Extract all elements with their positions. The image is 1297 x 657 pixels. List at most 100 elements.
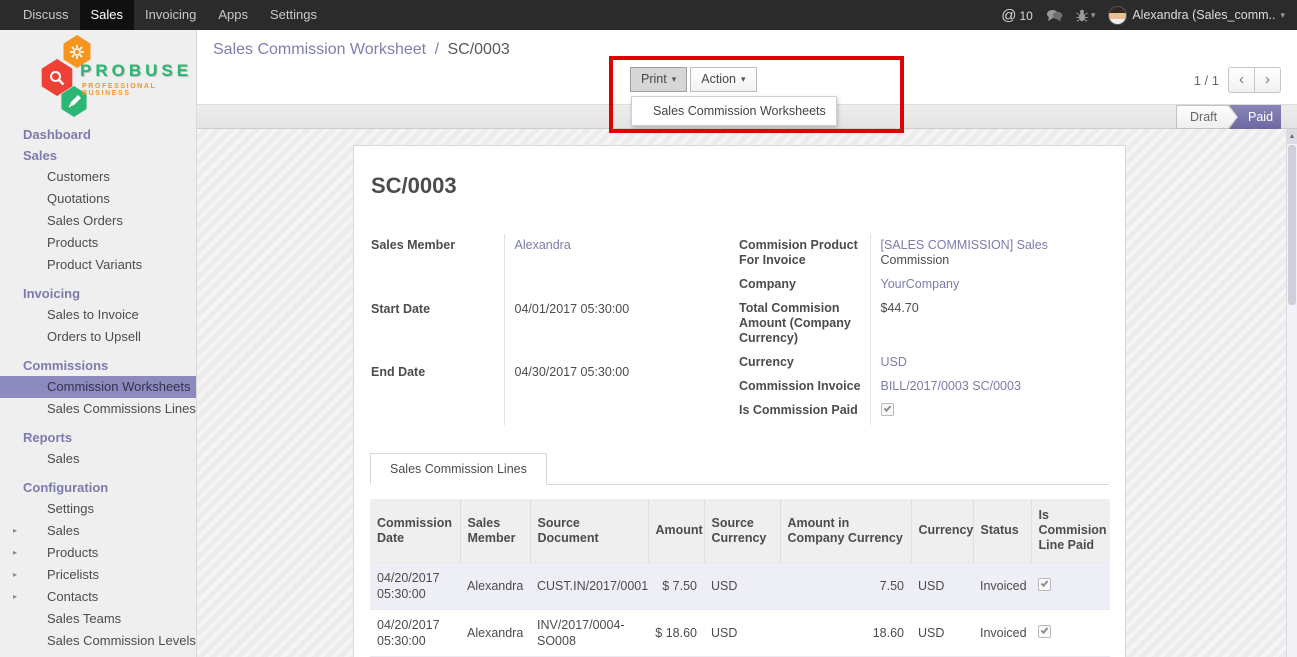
- sidebar-item-commission-worksheets[interactable]: Commission Worksheets: [0, 376, 196, 398]
- caret-down-icon: ▾: [1091, 10, 1096, 21]
- sidebar-item-config-products[interactable]: ▸Products: [0, 542, 196, 564]
- cell-doc: INV/2017/0004-SO008: [530, 610, 648, 657]
- sidebar-item-label: Products: [47, 235, 98, 250]
- field-value-company[interactable]: YourCompany: [881, 277, 960, 291]
- sidebar-heading-configuration[interactable]: Configuration: [0, 477, 196, 498]
- sidebar-heading-sales[interactable]: Sales: [0, 145, 196, 166]
- sidebar-item-label: Settings: [47, 501, 94, 516]
- field-row: Commision Product For Invoice [SALES COM…: [738, 234, 1109, 273]
- print-button[interactable]: Print ▾: [630, 67, 687, 92]
- sidebar-item-sales-commission-levels[interactable]: Sales Commission Levels: [0, 630, 196, 652]
- field-value-currency[interactable]: USD: [881, 355, 907, 369]
- field-row: Company YourCompany: [738, 273, 1109, 297]
- breadcrumb-parent-link[interactable]: Sales Commission Worksheet: [213, 41, 426, 58]
- menu-settings[interactable]: Settings: [259, 0, 328, 30]
- pager-next-button[interactable]: ›: [1254, 67, 1281, 93]
- sidebar-item-customers[interactable]: Customers: [0, 166, 196, 188]
- sidebar-item-quotations[interactable]: Quotations: [0, 188, 196, 210]
- field-group-right: Commision Product For Invoice [SALES COM…: [738, 234, 1109, 425]
- tab-sales-commission-lines[interactable]: Sales Commission Lines: [370, 453, 547, 485]
- field-label-sales-member: Sales Member: [370, 234, 504, 298]
- pager-counter: 1 / 1: [1194, 73, 1219, 88]
- sidebar-item-sales-to-invoice[interactable]: Sales to Invoice: [0, 304, 196, 326]
- scrollbar-thumb[interactable]: [1288, 145, 1296, 305]
- cell-amount: $ 18.60: [648, 610, 704, 657]
- vertical-scrollbar[interactable]: ▲: [1286, 129, 1297, 657]
- status-step-draft[interactable]: Draft: [1176, 105, 1238, 129]
- sidebar-item-label: Sales: [47, 451, 80, 466]
- cell-status: Invoiced: [973, 610, 1031, 657]
- menu-sales[interactable]: Sales: [80, 0, 135, 30]
- field-value-total-commission: $44.70: [870, 297, 1109, 351]
- app-window: Discuss Sales Invoicing Apps Settings @ …: [0, 0, 1297, 657]
- user-menu[interactable]: Alexandra (Sales_comm.. ▾: [1108, 6, 1285, 25]
- table-row[interactable]: 04/20/2017 05:30:00 Alexandra CUST.IN/20…: [370, 563, 1110, 610]
- cell-status: Invoiced: [973, 563, 1031, 610]
- sidebar-item-sales-orders[interactable]: Sales Orders: [0, 210, 196, 232]
- field-value-sales-member[interactable]: Alexandra: [515, 238, 571, 252]
- sidebar-item-orders-to-upsell[interactable]: Orders to Upsell: [0, 326, 196, 348]
- field-value-commission-product-link[interactable]: [SALES COMMISSION] Sales: [881, 238, 1048, 252]
- status-step-draft-label: Draft: [1177, 106, 1237, 128]
- sidebar-item-config-sales[interactable]: ▸Sales: [0, 520, 196, 542]
- col-is-commission-line-paid: Is Commision Line Paid: [1031, 499, 1110, 563]
- field-groups: Sales Member Alexandra Start Date 04/01/…: [370, 234, 1109, 425]
- sidebar-heading-invoicing[interactable]: Invoicing: [0, 283, 196, 304]
- sidebar-item-pricelists[interactable]: ▸Pricelists: [0, 564, 196, 586]
- breadcrumb-current: SC/0003: [447, 41, 509, 58]
- sidebar-item-products[interactable]: Products: [0, 232, 196, 254]
- sidebar-item-label: Sales Commission Levels: [47, 633, 196, 648]
- top-menus: Discuss Sales Invoicing Apps Settings: [12, 0, 328, 30]
- cell-date: 04/20/2017 05:30:00: [370, 563, 460, 610]
- menu-apps[interactable]: Apps: [207, 0, 259, 30]
- sidebar-item-contacts[interactable]: ▸Contacts: [0, 586, 196, 608]
- main-area: Sales Commission Worksheet / SC/0003 Pri…: [197, 30, 1297, 657]
- menu-item-sales-commission-worksheets[interactable]: Sales Commission Worksheets: [632, 97, 836, 125]
- action-button[interactable]: Action ▾: [690, 67, 756, 92]
- check-icon: [883, 404, 891, 412]
- col-sales-member: Sales Member: [460, 499, 530, 563]
- sidebar-heading-dashboard[interactable]: Dashboard: [0, 124, 196, 145]
- debug-bug-icon[interactable]: ▾: [1076, 9, 1096, 22]
- menu-discuss[interactable]: Discuss: [12, 0, 80, 30]
- mention-counter[interactable]: @ 10: [1001, 7, 1033, 24]
- sidebar-item-reports-sales[interactable]: Sales: [0, 448, 196, 470]
- sidebar-item-sales-commissions-lines[interactable]: Sales Commissions Lines: [0, 398, 196, 420]
- check-icon: [1041, 579, 1049, 587]
- sidebar-item-product-variants[interactable]: Product Variants: [0, 254, 196, 276]
- cell-member: Alexandra: [460, 610, 530, 657]
- probuse-logo: PROBUSE PROFESSIONAL BUSINESS: [34, 35, 184, 113]
- field-label-is-commission-paid: Is Commission Paid: [738, 399, 870, 425]
- is-commission-paid-checkbox[interactable]: [881, 403, 894, 416]
- field-label-total-commission: Total Commision Amount (Company Currency…: [738, 297, 870, 351]
- scroll-up-arrow-icon[interactable]: ▲: [1287, 129, 1297, 144]
- field-row: Total Commision Amount (Company Currency…: [738, 297, 1109, 351]
- sidebar-item-sales-teams[interactable]: Sales Teams: [0, 608, 196, 630]
- cell-paid: [1031, 563, 1110, 610]
- col-amount: Amount: [648, 499, 704, 563]
- control-panel: Sales Commission Worksheet / SC/0003 Pri…: [197, 30, 1297, 104]
- table-row[interactable]: 04/20/2017 05:30:00 Alexandra INV/2017/0…: [370, 610, 1110, 657]
- cell-paid: [1031, 610, 1110, 657]
- chat-icon[interactable]: [1046, 9, 1063, 22]
- pager-previous-button[interactable]: ‹: [1228, 67, 1255, 93]
- sidebar-heading-commissions[interactable]: Commissions: [0, 355, 196, 376]
- notebook-tabs: Sales Commission Lines: [370, 453, 1109, 485]
- menu-invoicing[interactable]: Invoicing: [134, 0, 207, 30]
- check-icon: [1041, 626, 1049, 634]
- print-button-label: Print: [641, 68, 667, 91]
- avatar: [1108, 6, 1127, 25]
- sidebar-nav: Dashboard Sales Customers Quotations Sal…: [0, 124, 196, 652]
- col-source-document: Source Document: [530, 499, 648, 563]
- sidebar-heading-reports[interactable]: Reports: [0, 427, 196, 448]
- line-paid-checkbox[interactable]: [1038, 578, 1051, 591]
- company-logo[interactable]: PROBUSE PROFESSIONAL BUSINESS: [0, 30, 196, 118]
- sidebar-item-settings[interactable]: Settings: [0, 498, 196, 520]
- record-title: SC/0003: [371, 173, 1109, 199]
- chevron-left-icon: ‹: [1239, 71, 1244, 88]
- sidebar-item-label: Sales Teams: [47, 611, 121, 626]
- field-value-commission-invoice[interactable]: BILL/2017/0003 SC/0003: [881, 379, 1021, 393]
- sidebar-item-label: Orders to Upsell: [47, 329, 141, 344]
- line-paid-checkbox[interactable]: [1038, 625, 1051, 638]
- col-commission-date: Commission Date: [370, 499, 460, 563]
